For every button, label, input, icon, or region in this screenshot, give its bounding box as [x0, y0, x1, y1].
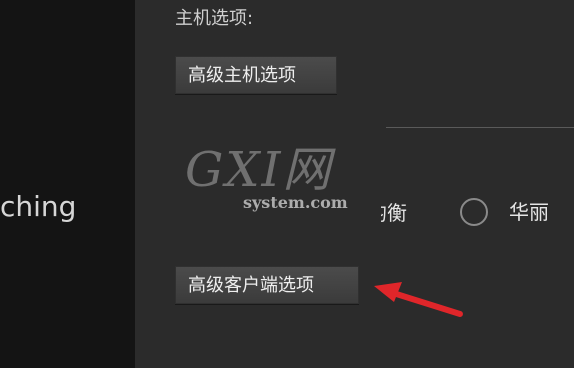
section-divider [386, 127, 574, 128]
app-window: ching 主机选项: 高级主机选项 均衡 华丽 高级客户端选项 GXI网 sy… [0, 0, 574, 368]
advanced-client-options-button[interactable]: 高级客户端选项 [175, 266, 359, 304]
advanced-host-options-button[interactable]: 高级主机选项 [175, 56, 337, 94]
host-options-heading: 主机选项: [175, 8, 254, 29]
watermark-subtitle: system.com [243, 193, 348, 212]
radio-unselected-icon[interactable] [460, 198, 488, 226]
red-annotation-arrow-icon [374, 282, 463, 317]
radio-option-fancy-label[interactable]: 华丽 [509, 198, 549, 226]
sidebar-partial-text: ching [0, 190, 77, 223]
watermark-letters: GXI网 [185, 142, 333, 198]
radio-option-balanced-label: 均衡 [381, 201, 407, 225]
left-sidebar: ching [0, 0, 135, 368]
watermark-logo: GXI网 system.com [185, 142, 375, 224]
radio-option-balanced[interactable]: 均衡 [381, 199, 417, 227]
